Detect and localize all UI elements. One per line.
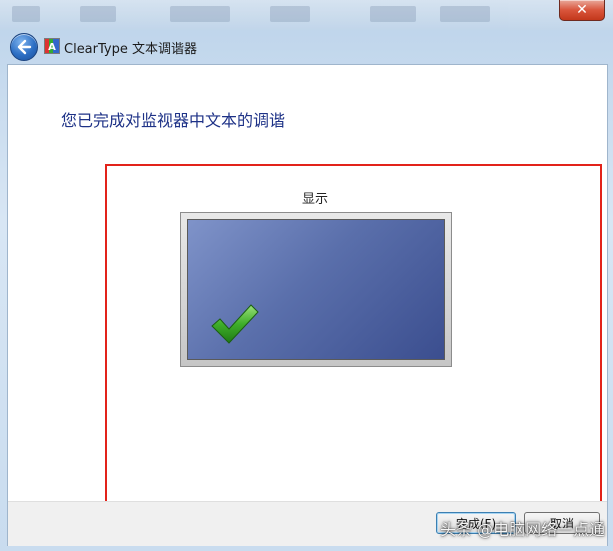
close-button[interactable]: ✕: [559, 0, 605, 21]
navigation-bar: A ClearType 文本调谐器: [0, 30, 613, 64]
cleartype-icon: A: [44, 38, 60, 54]
monitor-preview: [180, 212, 452, 367]
page-heading: 您已完成对监视器中文本的调谐: [61, 111, 286, 130]
window-title: ClearType 文本调谐器: [64, 42, 197, 57]
watermark: 头条 @电脑网络一点通: [440, 520, 606, 539]
close-icon: ✕: [576, 2, 588, 18]
back-button[interactable]: [10, 33, 38, 61]
monitor-screen: [187, 219, 445, 360]
check-mark-icon: [211, 304, 259, 344]
window-frame: ✕ A ClearType 文本调谐器 您已完成对监视器中文本的调谐 显示 完成…: [0, 0, 613, 551]
svg-text:A: A: [48, 42, 56, 53]
display-label: 显示: [302, 192, 329, 207]
background-blur-strip: [0, 0, 613, 30]
back-arrow-icon: [17, 39, 32, 55]
content-pane: 您已完成对监视器中文本的调谐 显示 完成(F) 取消: [7, 64, 608, 546]
